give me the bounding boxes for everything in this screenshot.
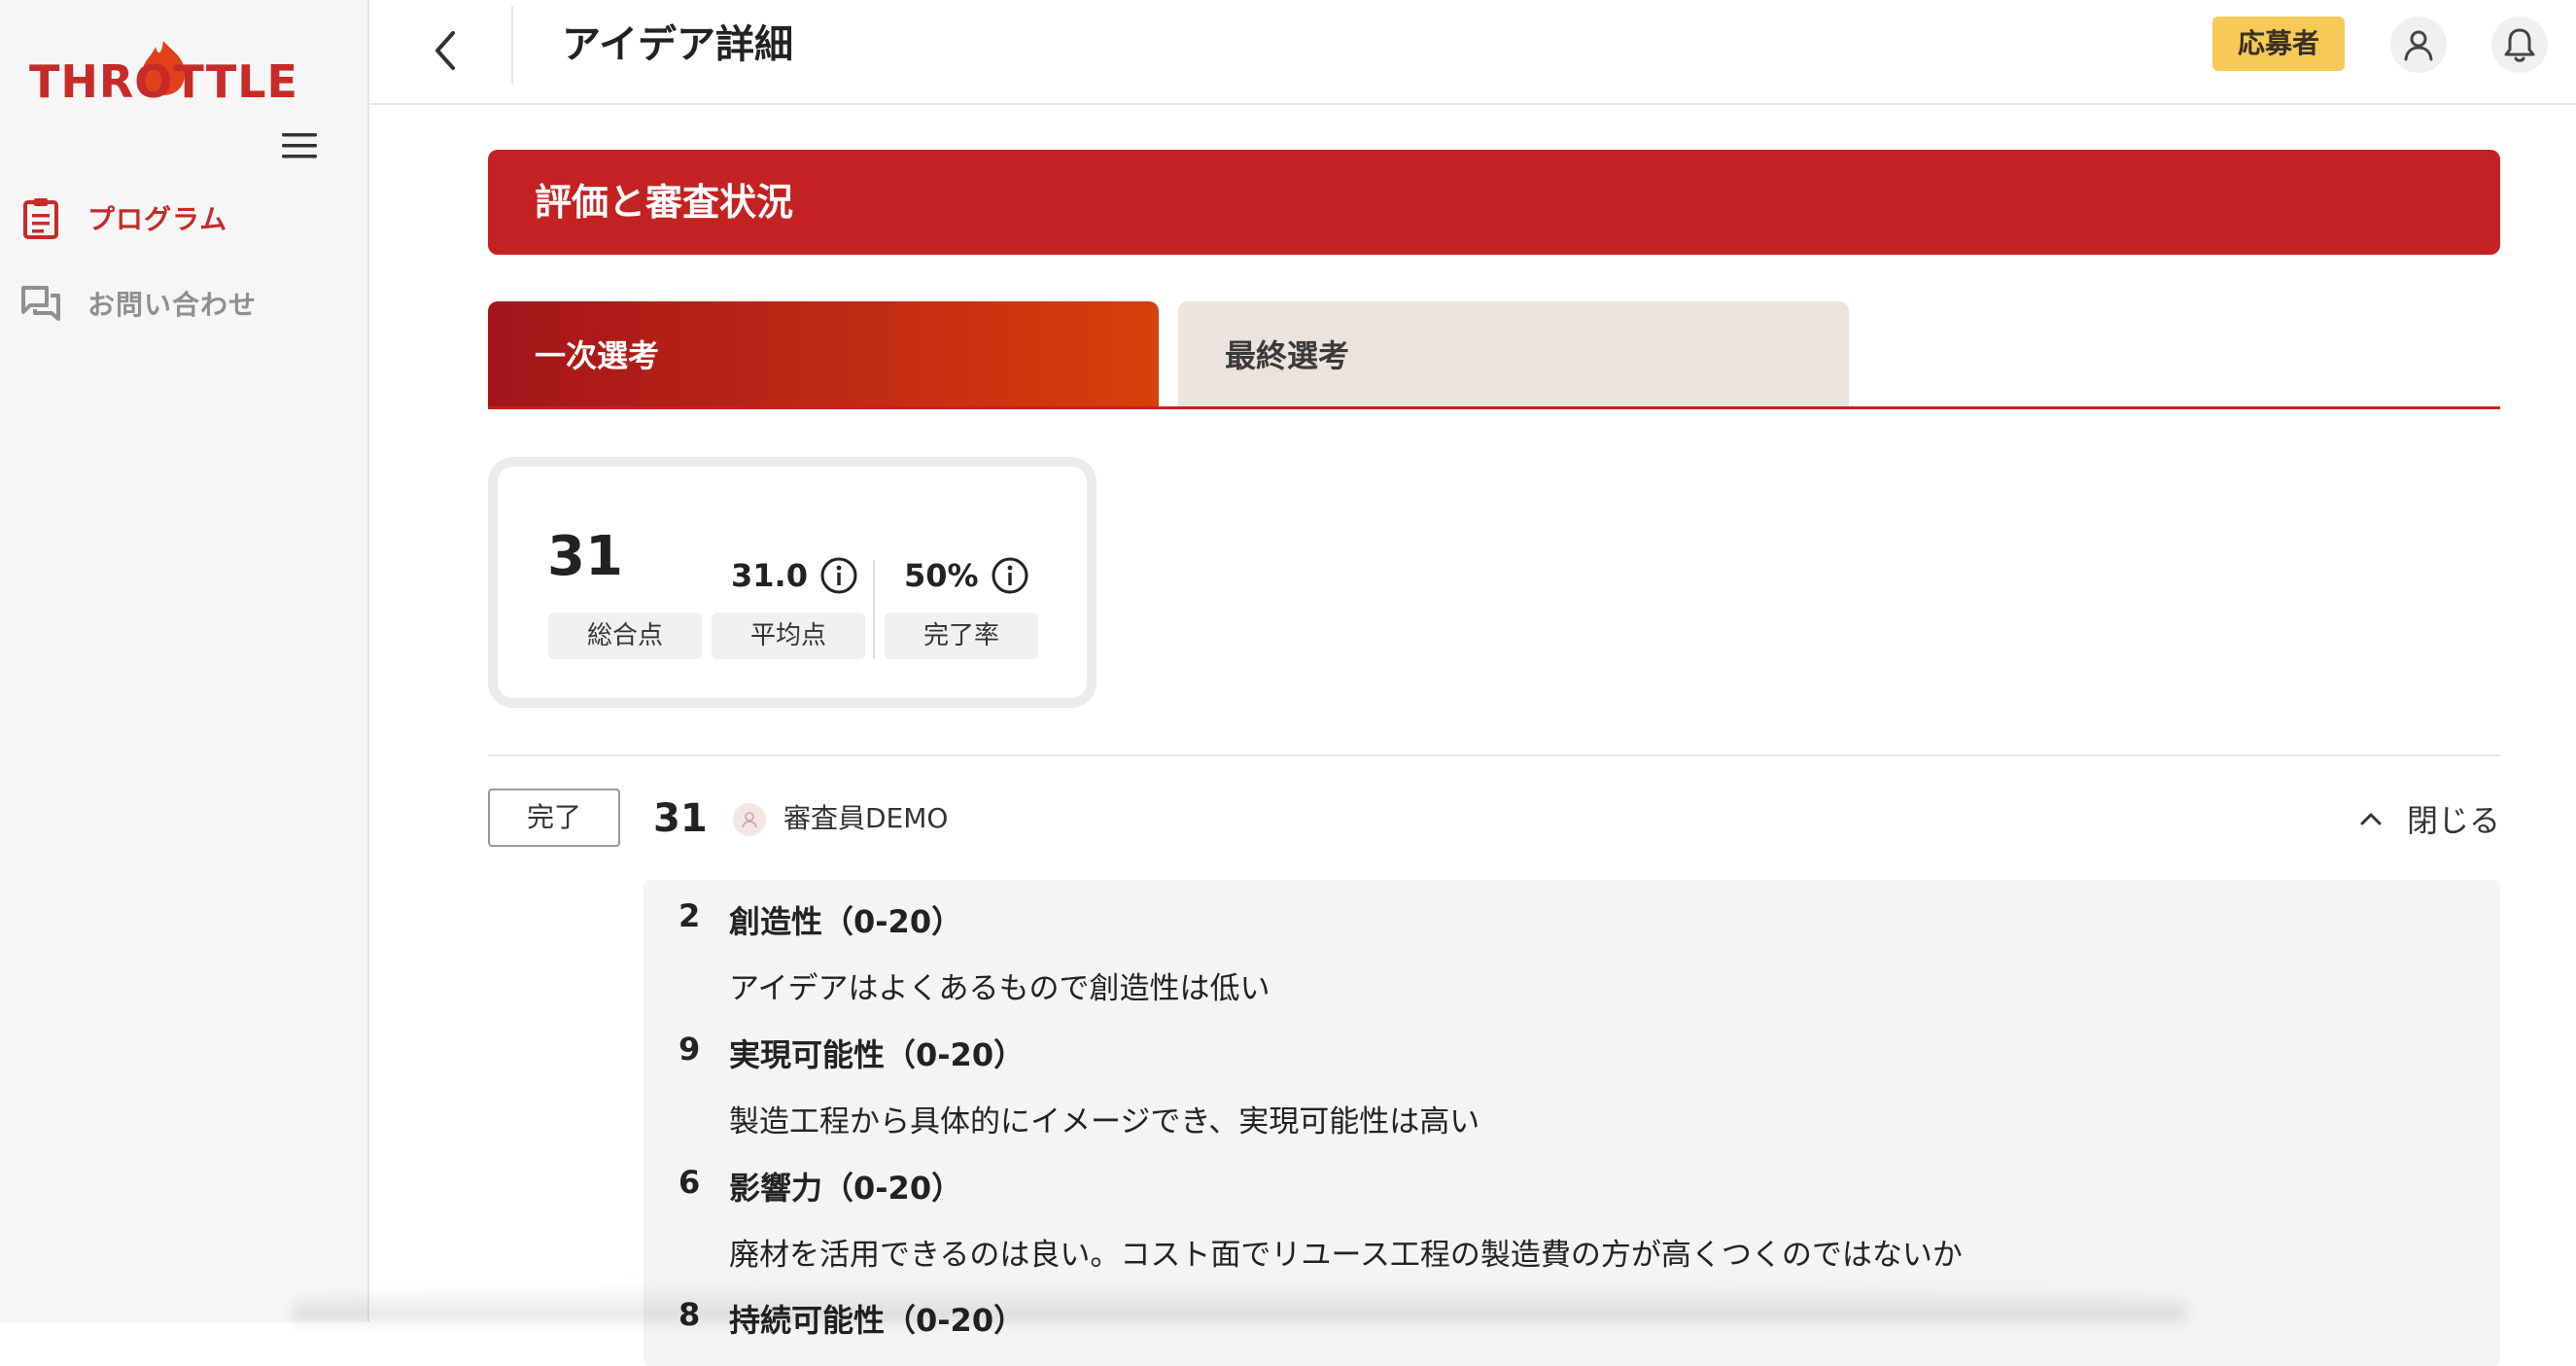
reviewer-avatar <box>733 803 766 836</box>
score-summary-card: 31 31.0 50% 総合点 平均点 完了率 <box>488 457 1097 708</box>
criterion-score: 6 <box>679 1164 701 1201</box>
user-icon <box>2404 30 2433 61</box>
hamburger-menu-button[interactable] <box>278 126 321 165</box>
collapse-label: 閉じる <box>2406 802 2500 839</box>
bottom-shadow <box>292 1281 2187 1322</box>
clipboard-icon <box>19 196 62 239</box>
completion-rate-label: 完了率 <box>885 613 1038 659</box>
section-banner-evaluation: 評価と審査状況 <box>488 150 2500 255</box>
status-badge: 完了 <box>488 788 620 847</box>
throttle-logo-icon: THROTTLE <box>29 41 298 103</box>
top-header: アイデア詳細 応募者 <box>369 0 2576 105</box>
completion-rate-value: 50% <box>904 557 979 594</box>
sidebar-item-program[interactable]: プログラム <box>19 193 227 243</box>
criterion-comment: 廃材を活用できるのは良い。コスト面でリユース工程の製造費の方が高くつくのではない… <box>729 1238 1963 1273</box>
bell-icon <box>2504 28 2535 62</box>
criterion-comment: 製造工程から具体的にイメージでき、実現可能性は高い <box>729 1104 1480 1139</box>
total-score-value: 31 <box>547 525 623 588</box>
sidebar-item-label: お問い合わせ <box>87 289 258 321</box>
section-divider <box>488 754 2500 756</box>
criterion-title: 影響力（0-20） <box>729 1170 963 1207</box>
sidebar-item-label: プログラム <box>87 203 228 235</box>
completion-rate: 50% <box>904 556 1029 595</box>
score-divider <box>873 560 875 659</box>
collapse-button[interactable]: 閉じる <box>2356 788 2500 850</box>
tab-final-selection[interactable]: 最終選考 <box>1178 301 1849 406</box>
page-title: アイデア詳細 <box>562 22 793 67</box>
criterion-title: 創造性（0-20） <box>729 903 963 940</box>
criterion-score: 9 <box>679 1031 701 1068</box>
review-score: 31 <box>653 796 708 841</box>
notifications-button[interactable] <box>2491 17 2548 73</box>
chat-icon <box>19 282 62 325</box>
user-icon <box>742 812 757 828</box>
user-profile-button[interactable] <box>2390 17 2447 73</box>
criterion-title: 実現可能性（0-20） <box>729 1036 1026 1073</box>
info-icon[interactable] <box>819 556 858 595</box>
review-row: 完了 31 審査員DEMO 閉じる <box>488 788 2500 850</box>
criterion-score: 2 <box>679 897 701 934</box>
role-badge: 応募者 <box>2211 17 2345 71</box>
chevron-left-icon <box>435 31 455 70</box>
reviewer-name: 審査員DEMO <box>783 802 949 834</box>
tabs-underline <box>488 406 2500 409</box>
hamburger-icon <box>282 133 317 158</box>
total-score-label: 総合点 <box>548 613 702 659</box>
info-icon[interactable] <box>991 556 1029 595</box>
average-score-label: 平均点 <box>712 613 865 659</box>
header-divider <box>511 6 513 84</box>
selection-tabs: 一次選考 最終選考 <box>488 301 2500 410</box>
sidebar-item-contact[interactable]: お問い合わせ <box>19 278 257 329</box>
throttle-logo[interactable]: THROTTLE <box>29 35 311 103</box>
average-score: 31.0 <box>731 556 858 595</box>
back-button[interactable] <box>418 21 476 80</box>
criterion-comment: アイデアはよくあるもので創造性は低い <box>729 971 1271 1006</box>
average-score-value: 31.0 <box>731 557 808 594</box>
tab-first-selection[interactable]: 一次選考 <box>488 301 1159 406</box>
chevron-up-icon <box>2360 813 2382 825</box>
sidebar: THROTTLE プログラム お問い合わせ <box>0 0 369 1322</box>
logo-text: THROTTLE <box>29 55 298 103</box>
